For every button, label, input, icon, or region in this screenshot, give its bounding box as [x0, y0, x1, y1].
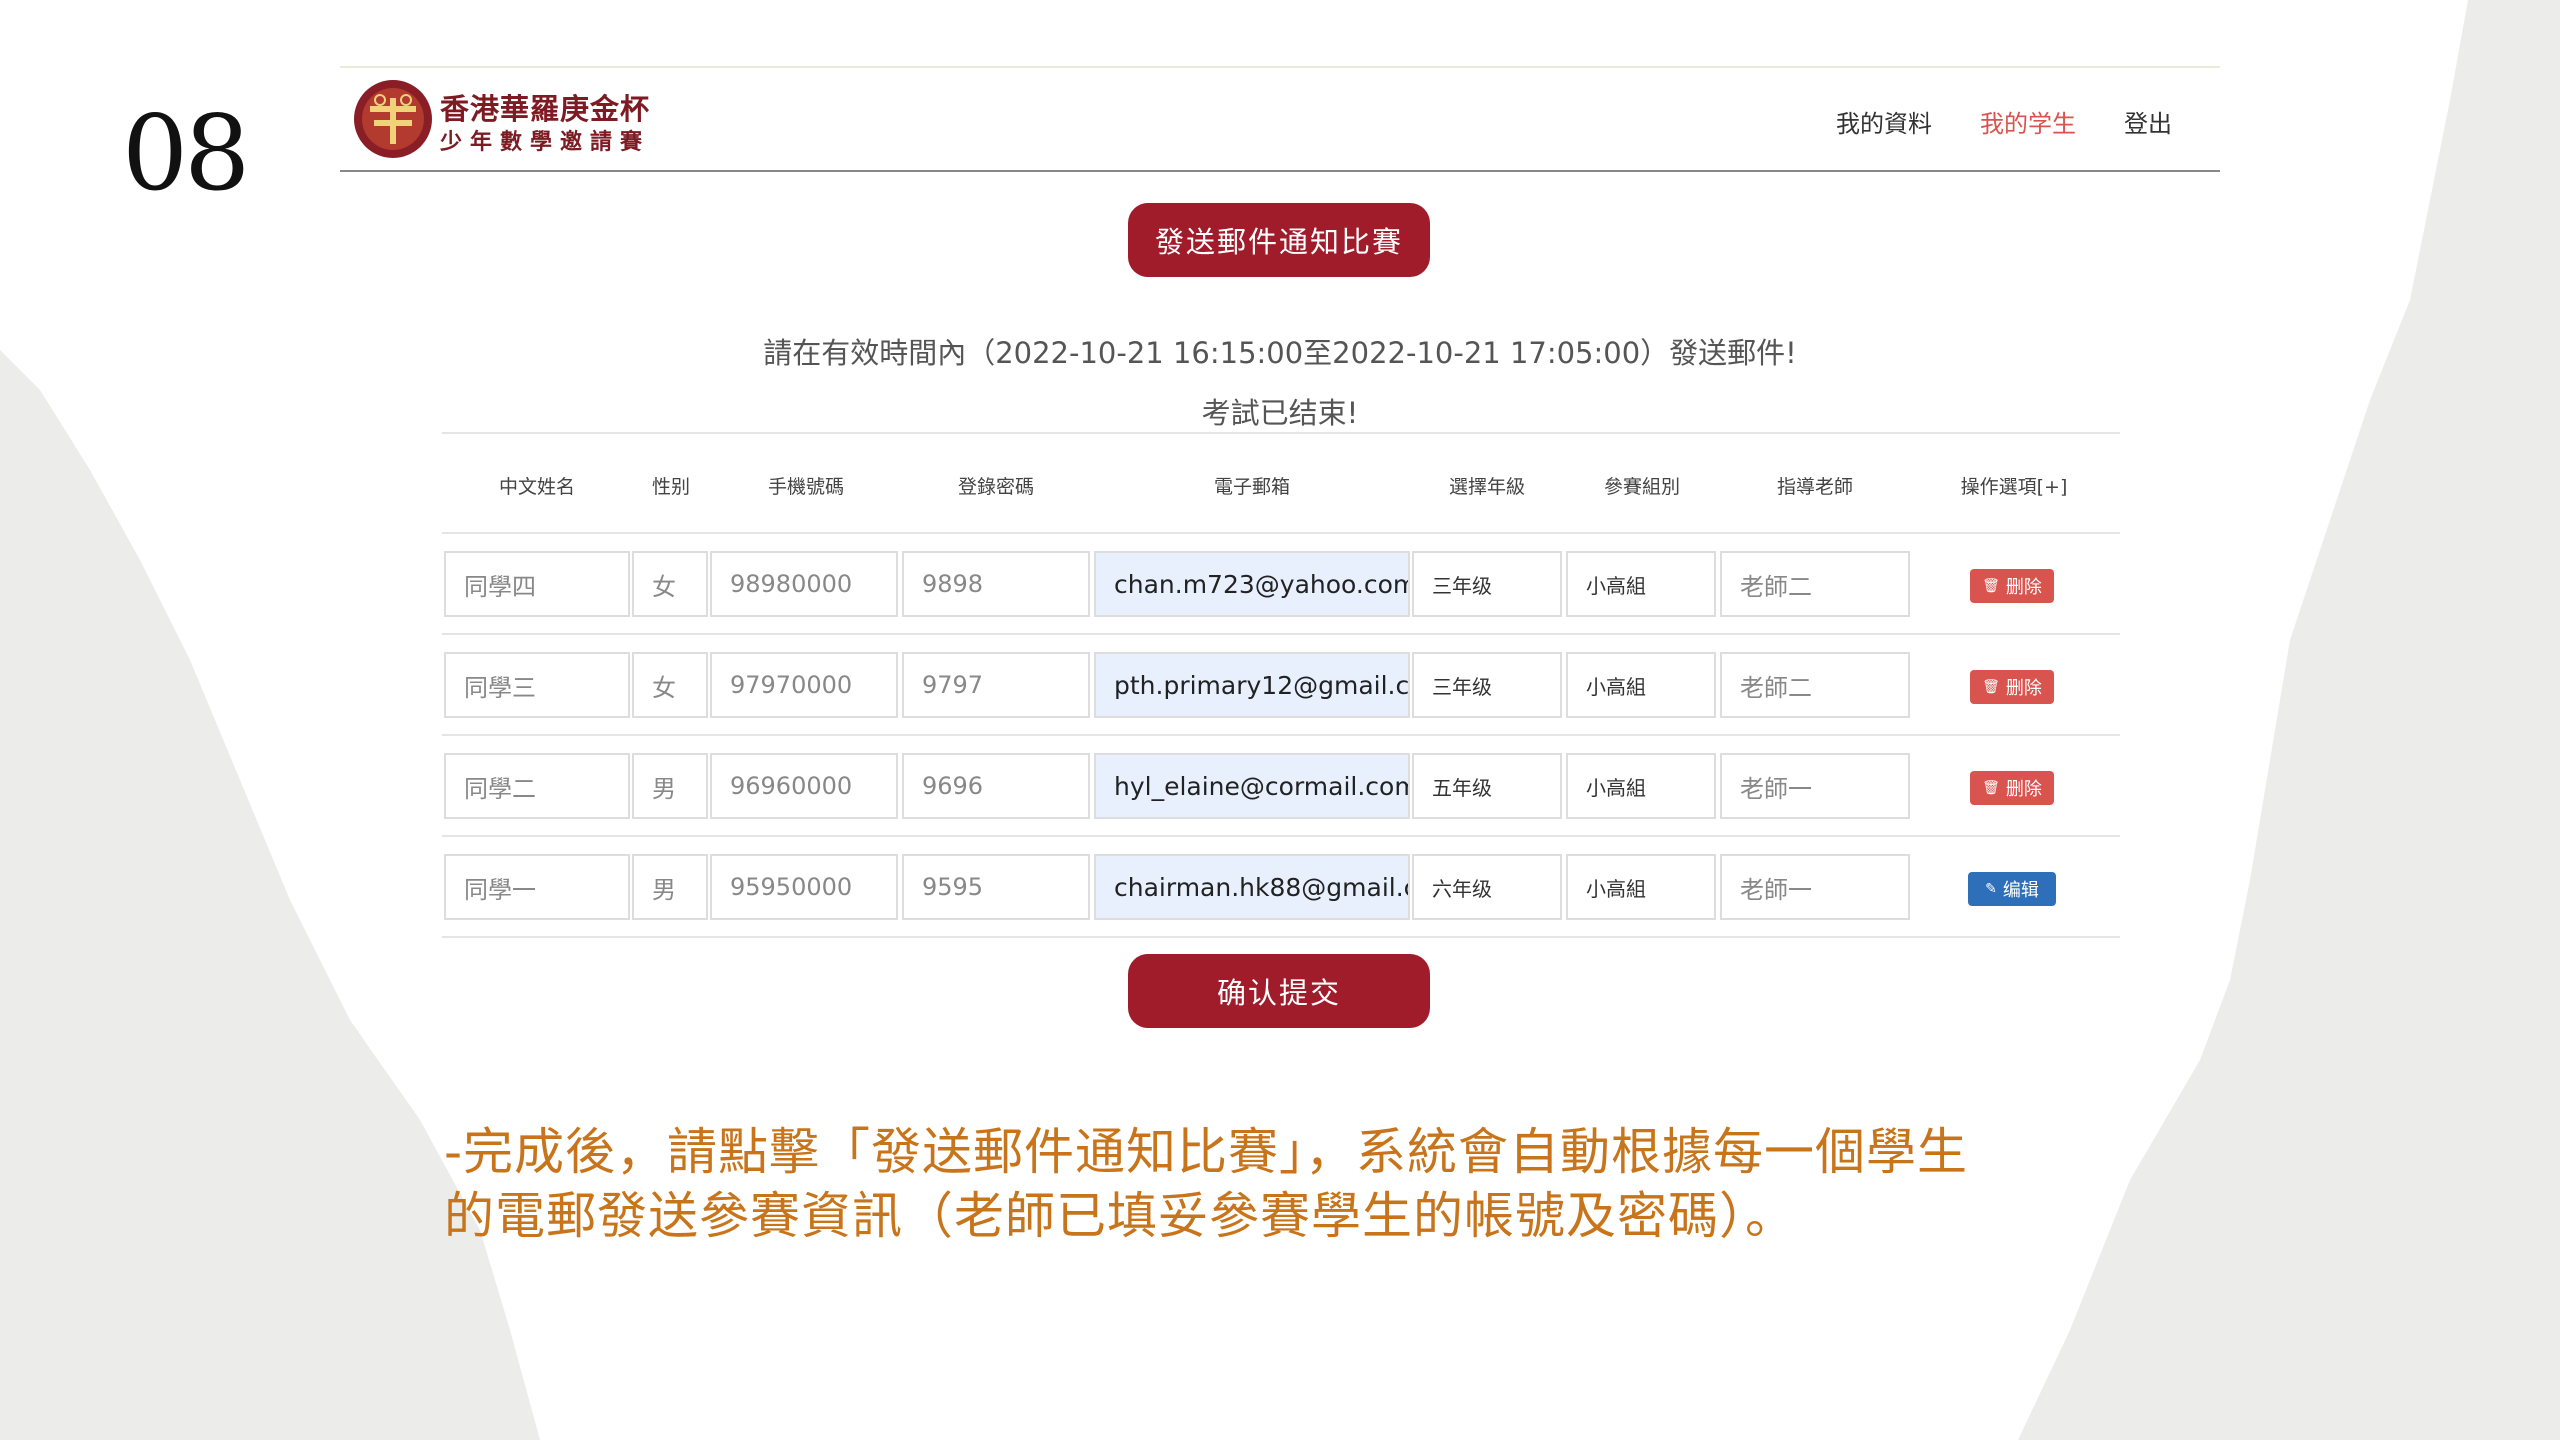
exam-ended-notice: 考試已结束!	[1201, 396, 1359, 430]
students-table: 中文姓名 性别 手機號碼 登錄密碼 電子郵箱 選擇年級 參賽組別 指導老師 操作…	[442, 432, 2120, 938]
instruction-line-2: 的電郵發送參賽資訊（老師已填妥參賽學生的帳號及密碼）。	[444, 1187, 1796, 1245]
name-field[interactable]: 同學二	[444, 753, 630, 819]
col-gender: 性别	[651, 476, 691, 498]
email-field[interactable]: chan.m723@yahoo.com	[1094, 551, 1410, 617]
gender-field[interactable]: 女	[632, 551, 708, 617]
grade-select[interactable]: 三年级	[1412, 551, 1562, 617]
delete-button[interactable]: 🗑 删除	[1970, 569, 2054, 603]
group-select[interactable]: 小高組	[1566, 753, 1716, 819]
logo-title: 香港華羅庚金杯	[440, 92, 651, 126]
group-select[interactable]: 小高組	[1566, 551, 1716, 617]
grade-select[interactable]: 五年级	[1412, 753, 1562, 819]
email-field[interactable]: chairman.hk88@gmail.cc	[1094, 854, 1410, 920]
action-label: 删除	[2005, 577, 2042, 598]
name-field[interactable]: 同學四	[444, 551, 630, 617]
nav-logout[interactable]: 登出	[2124, 104, 2172, 139]
table-row: 同學二男 96960000 9696 hyl_elaine@cormail.com 五年…	[442, 736, 2120, 837]
delete-button[interactable]: 🗑 删除	[1970, 670, 2054, 704]
grade-select[interactable]: 三年级	[1412, 652, 1562, 718]
col-group: 參賽組別	[1603, 476, 1681, 498]
nav-my-students[interactable]: 我的学生	[1980, 104, 2076, 139]
time-window-notice: 請在有效時間內（2022-10-21 16:15:00至2022-10-21 1…	[763, 336, 1797, 370]
col-teacher: 指導老師	[1776, 476, 1854, 498]
logo-emblem-icon	[354, 80, 432, 158]
name-field[interactable]: 同學三	[444, 652, 630, 718]
phone-field[interactable]: 95950000	[710, 854, 898, 920]
table-row: 同學一男 95950000 9595 chairman.hk88@gmail.cc 六年…	[442, 837, 2120, 938]
trash-icon: 🗑	[1982, 578, 2000, 594]
trash-icon: 🗑	[1982, 780, 2000, 796]
delete-button[interactable]: 🗑 删除	[1970, 771, 2054, 805]
grade-select[interactable]: 六年级	[1412, 854, 1562, 920]
instruction-line-1: -完成後，請點擊「發送郵件通知比賽」，系統會自動根據每一個學生	[444, 1123, 1969, 1181]
action-label: 编辑	[2002, 880, 2039, 901]
col-phone: 手機號碼	[767, 476, 845, 498]
password-field[interactable]: 9595	[902, 854, 1090, 920]
col-chinese-name: 中文姓名	[498, 476, 576, 498]
phone-field[interactable]: 96960000	[710, 753, 898, 819]
edit-icon: ✎	[1985, 881, 1997, 897]
teacher-field[interactable]: 老師二	[1720, 652, 1910, 718]
confirm-submit-button[interactable]: 确认提交	[1128, 954, 1430, 1028]
trash-icon: 🗑	[1982, 679, 2000, 695]
edit-button[interactable]: ✎ 编辑	[1968, 872, 2056, 906]
nav-my-profile[interactable]: 我的資料	[1836, 104, 1932, 139]
teacher-field[interactable]: 老師二	[1720, 551, 1910, 617]
gender-field[interactable]: 男	[632, 854, 708, 920]
table-row: 同學四女 98980000 9898 chan.m723@yahoo.com 三年级 小高…	[442, 534, 2120, 635]
site-header: 香港華羅庚金杯 少年數學邀請賽 我的資料 我的学生 登出	[340, 66, 2220, 172]
table-header: 中文姓名 性别 手機號碼 登錄密碼 電子郵箱 選擇年級 參賽組別 指導老師 操作…	[442, 432, 2120, 534]
teacher-field[interactable]: 老師一	[1720, 753, 1910, 819]
phone-field[interactable]: 97970000	[710, 652, 898, 718]
instruction-text: -完成後，請點擊「發送郵件通知比賽」，系統會自動根據每一個學生 的電郵發送參賽資…	[444, 1120, 2144, 1248]
email-field[interactable]: hyl_elaine@cormail.com	[1094, 753, 1410, 819]
top-nav: 我的資料 我的学生 登出	[1836, 104, 2172, 139]
password-field[interactable]: 9797	[902, 652, 1090, 718]
action-label: 删除	[2005, 779, 2042, 800]
col-email: 電子郵箱	[1213, 476, 1291, 498]
email-field[interactable]: pth.primary12@gmail.co	[1094, 652, 1410, 718]
name-field[interactable]: 同學一	[444, 854, 630, 920]
gender-field[interactable]: 女	[632, 652, 708, 718]
group-select[interactable]: 小高組	[1566, 854, 1716, 920]
group-select[interactable]: 小高組	[1566, 652, 1716, 718]
password-field[interactable]: 9696	[902, 753, 1090, 819]
phone-field[interactable]: 98980000	[710, 551, 898, 617]
send-email-button[interactable]: 發送郵件通知比賽	[1128, 203, 1430, 277]
password-field[interactable]: 9898	[902, 551, 1090, 617]
col-grade: 選擇年級	[1448, 476, 1526, 498]
col-password: 登錄密碼	[957, 476, 1035, 498]
logo-subtitle: 少年數學邀請賽	[440, 130, 651, 155]
action-label: 删除	[2005, 678, 2042, 699]
gender-field[interactable]: 男	[632, 753, 708, 819]
table-row: 同學三女 97970000 9797 pth.primary12@gmail.co 三年…	[442, 635, 2120, 736]
col-actions[interactable]: 操作選項[+]	[1961, 472, 2068, 499]
teacher-field[interactable]: 老師一	[1720, 854, 1910, 920]
slide-number: 08	[122, 92, 250, 214]
